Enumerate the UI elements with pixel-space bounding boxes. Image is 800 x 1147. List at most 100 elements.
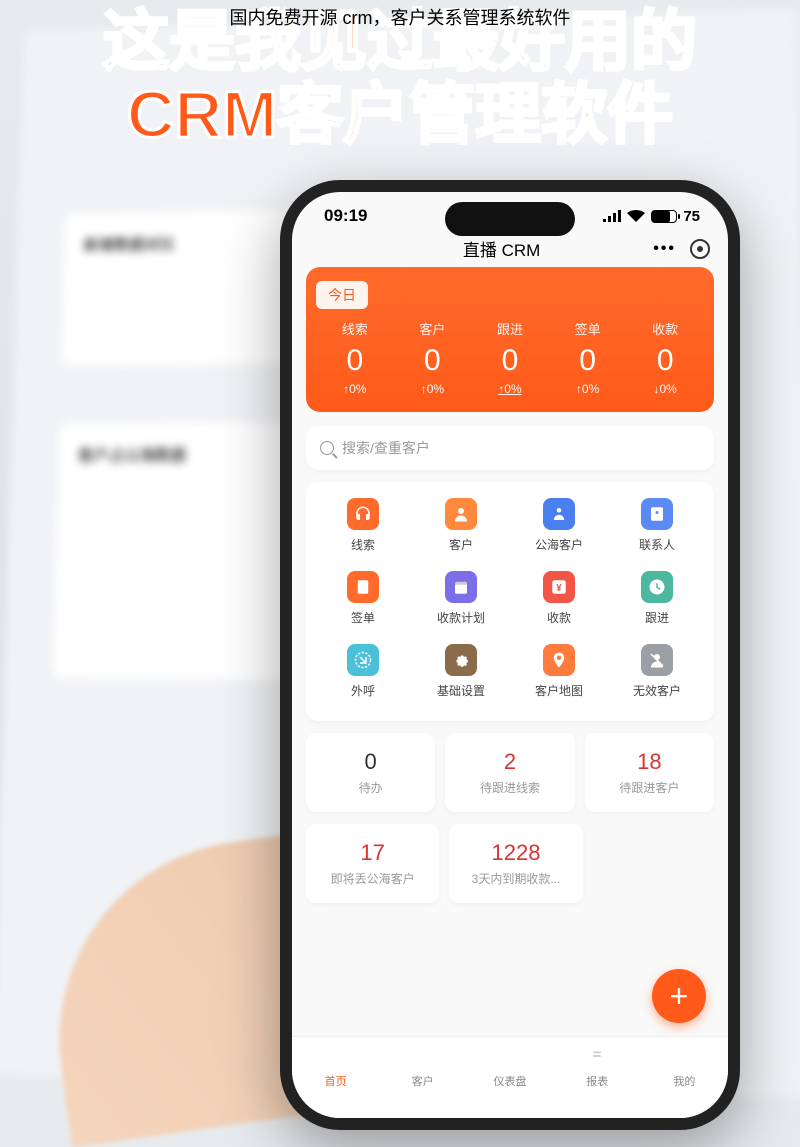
- func-客户[interactable]: 客户: [412, 498, 510, 571]
- today-summary-card: 今日 线索 0 ↑0%客户 0 ↑0%跟进 0 ↑0%签单 0 ↑0%收款 0 …: [306, 267, 714, 412]
- stat-label: 待跟进客户: [591, 779, 708, 796]
- metric-trend: ↑0%: [497, 382, 523, 396]
- battery-pct: 75: [683, 208, 700, 225]
- metric-线索[interactable]: 线索 0 ↑0%: [342, 319, 368, 396]
- func-label: 签单: [314, 609, 412, 626]
- func-基础设置[interactable]: 基础设置: [412, 644, 510, 717]
- tab-首页[interactable]: 首页: [292, 1045, 379, 1118]
- stat-3天内到期收款...[interactable]: 1228 3天内到期收款...: [449, 824, 582, 903]
- metric-label: 线索: [342, 319, 368, 338]
- search-placeholder: 搜索/查重客户: [342, 438, 430, 458]
- contact-icon: [641, 498, 673, 530]
- func-label: 基础设置: [412, 682, 510, 699]
- search-icon: [320, 441, 334, 455]
- func-label: 客户: [412, 536, 510, 553]
- stat-label: 即将丢公海客户: [312, 870, 433, 887]
- func-收款计划[interactable]: 收款计划: [412, 571, 510, 644]
- add-button[interactable]: +: [652, 969, 706, 1023]
- metric-label: 跟进: [497, 319, 523, 338]
- person-icon: [445, 498, 477, 530]
- func-label: 公海客户: [510, 536, 608, 553]
- metric-value: 0: [497, 344, 523, 378]
- stat-待跟进客户[interactable]: 18 待跟进客户: [585, 733, 714, 812]
- metric-签单[interactable]: 签单 0 ↑0%: [575, 319, 601, 396]
- metric-value: 0: [575, 344, 601, 378]
- person-icon: [672, 1045, 696, 1069]
- invalid-icon: [641, 644, 673, 676]
- report-icon: [585, 1045, 609, 1069]
- func-收款[interactable]: ¥ 收款: [510, 571, 608, 644]
- tab-bar: 首页 客户 仪表盘 报表 我的: [292, 1036, 728, 1118]
- close-miniprogram-icon[interactable]: [690, 239, 710, 259]
- func-公海客户[interactable]: 公海客户: [510, 498, 608, 571]
- func-外呼[interactable]: 外呼: [314, 644, 412, 717]
- metric-trend: ↑0%: [419, 382, 445, 396]
- stat-待跟进线索[interactable]: 2 待跟进线索: [445, 733, 574, 812]
- tab-客户[interactable]: 客户: [379, 1045, 466, 1118]
- document-check-icon: [347, 571, 379, 603]
- func-label: 无效客户: [608, 682, 706, 699]
- metric-value: 0: [342, 344, 368, 378]
- stat-value: 18: [591, 749, 708, 775]
- tab-label: 客户: [379, 1073, 466, 1089]
- metric-trend: ↑0%: [342, 382, 368, 396]
- metric-value: 0: [419, 344, 445, 378]
- stat-待办[interactable]: 0 待办: [306, 733, 435, 812]
- calendar-icon: [445, 571, 477, 603]
- metric-跟进[interactable]: 跟进 0 ↑0%: [497, 319, 523, 396]
- phone-notch: [445, 202, 575, 236]
- tab-报表[interactable]: 报表: [554, 1045, 641, 1118]
- phone-frame: 09:19 75 直播 CRM ••• 今日 线索 0 ↑0%客户 0 ↑0%跟…: [280, 180, 740, 1130]
- home-icon: [324, 1045, 348, 1069]
- stat-value: 1228: [455, 840, 576, 866]
- func-label: 收款计划: [412, 609, 510, 626]
- tab-label: 仪表盘: [466, 1073, 553, 1089]
- status-time: 09:19: [324, 206, 367, 226]
- metric-客户[interactable]: 客户 0 ↑0%: [419, 319, 445, 396]
- func-label: 外呼: [314, 682, 412, 699]
- func-label: 收款: [510, 609, 608, 626]
- func-客户地图[interactable]: 客户地图: [510, 644, 608, 717]
- tab-label: 报表: [554, 1073, 641, 1089]
- stat-label: 待跟进线索: [451, 779, 568, 796]
- grid-icon: [411, 1045, 435, 1069]
- func-跟进[interactable]: 跟进: [608, 571, 706, 644]
- app-title: 直播 CRM: [350, 236, 653, 261]
- search-input[interactable]: 搜索/查重客户: [306, 426, 714, 470]
- stat-label: 待办: [312, 779, 429, 796]
- headset-icon: [347, 498, 379, 530]
- stat-value: 17: [312, 840, 433, 866]
- metric-value: 0: [652, 344, 678, 378]
- tab-label: 首页: [292, 1073, 379, 1089]
- page-caption: 国内免费开源 crm，客户关系管理系统软件: [230, 4, 571, 30]
- more-icon[interactable]: •••: [653, 240, 676, 258]
- metric-trend: ↓0%: [652, 382, 678, 396]
- stat-label: 3天内到期收款...: [455, 870, 576, 887]
- tab-我的[interactable]: 我的: [641, 1045, 728, 1118]
- func-label: 联系人: [608, 536, 706, 553]
- dashboard-icon: [498, 1045, 522, 1069]
- phone-out-icon: [347, 644, 379, 676]
- stat-即将丢公海客户[interactable]: 17 即将丢公海客户: [306, 824, 439, 903]
- func-无效客户[interactable]: 无效客户: [608, 644, 706, 717]
- metric-收款[interactable]: 收款 0 ↓0%: [652, 319, 678, 396]
- followup-icon: [641, 571, 673, 603]
- func-签单[interactable]: 签单: [314, 571, 412, 644]
- gear-icon: [445, 644, 477, 676]
- today-tag[interactable]: 今日: [316, 281, 368, 309]
- func-label: 跟进: [608, 609, 706, 626]
- func-联系人[interactable]: 联系人: [608, 498, 706, 571]
- person-cloud-icon: [543, 498, 575, 530]
- svg-text:¥: ¥: [556, 583, 562, 594]
- stat-value: 0: [312, 749, 429, 775]
- stat-value: 2: [451, 749, 568, 775]
- signal-icon: [603, 210, 621, 222]
- metric-label: 签单: [575, 319, 601, 338]
- func-label: 线索: [314, 536, 412, 553]
- function-grid: 线索 客户 公海客户 联系人 签单 收款计划¥ 收款 跟进 外呼 基础设置 客户…: [306, 482, 714, 721]
- tab-label: 我的: [641, 1073, 728, 1089]
- wifi-icon: [627, 210, 645, 222]
- func-线索[interactable]: 线索: [314, 498, 412, 571]
- metric-label: 收款: [652, 319, 678, 338]
- tab-仪表盘[interactable]: 仪表盘: [466, 1045, 553, 1118]
